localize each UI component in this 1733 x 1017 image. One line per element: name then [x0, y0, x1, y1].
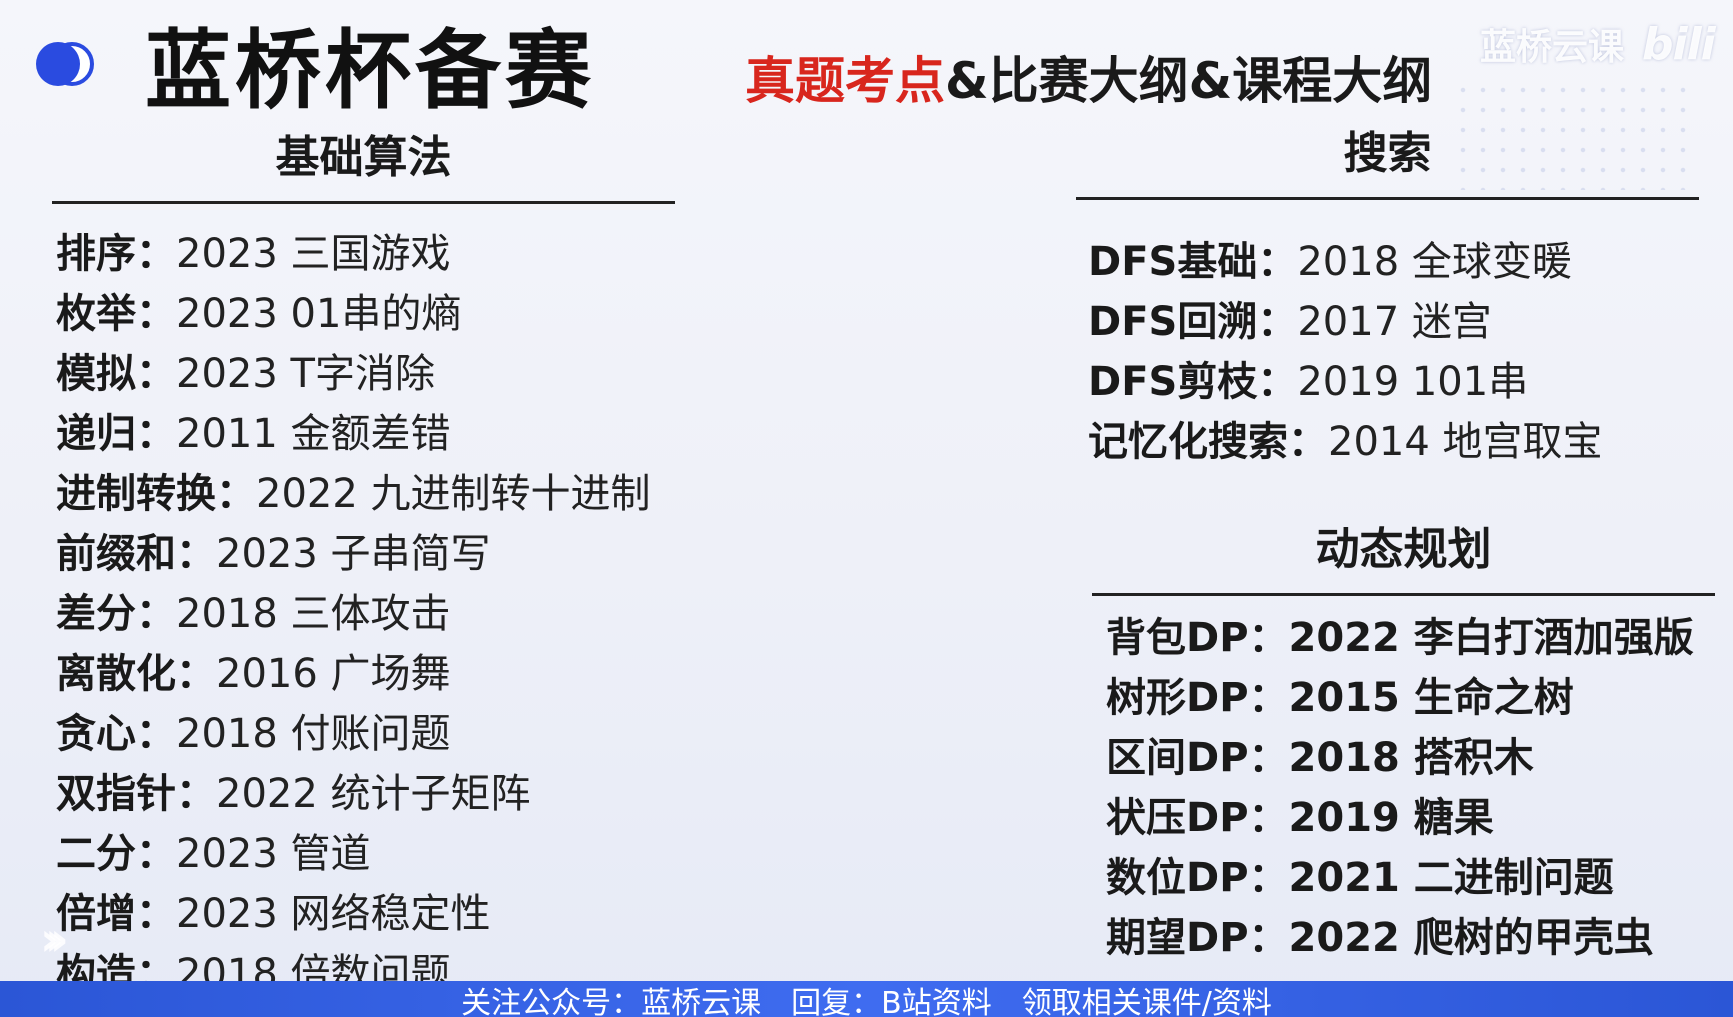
subtitle-rest: &比赛大纲&课程大纲 [945, 52, 1433, 110]
item-topic: 差分： [56, 591, 176, 637]
toggle-icon [36, 40, 106, 88]
list-item: 模拟：2023 T字消除 [56, 344, 651, 404]
list-item: 前缀和：2023 子串简写 [56, 524, 651, 584]
item-topic: 背包DP： [1106, 615, 1289, 661]
item-topic: 枚举： [56, 291, 176, 337]
item-topic: 双指针： [56, 771, 216, 817]
item-problem: 2011 金额差错 [176, 411, 451, 457]
list-item: 二分：2023 管道 [56, 824, 651, 884]
section-heading-dp: 动态规划 [1092, 524, 1715, 596]
list-item: 背包DP：2022 李白打酒加强版 [1106, 608, 1694, 668]
item-topic: 记忆化搜索： [1088, 419, 1328, 465]
item-problem: 2023 三国游戏 [176, 231, 451, 277]
dp-list: 背包DP：2022 李白打酒加强版 树形DP：2015 生命之树 区间DP：20… [1106, 608, 1694, 968]
item-topic: 递归： [56, 411, 176, 457]
item-topic: DFS剪枝： [1088, 359, 1298, 405]
item-problem: 2018 搭积木 [1288, 735, 1534, 781]
item-problem: 2023 T字消除 [176, 351, 435, 397]
item-topic: 排序： [56, 231, 176, 277]
item-problem: 2018 三体攻击 [176, 591, 451, 637]
list-item: DFS基础：2018 全球变暖 [1088, 232, 1603, 292]
item-topic: 贪心： [56, 711, 176, 757]
chevrons-icon: ››› [40, 912, 69, 966]
item-topic: 数位DP： [1106, 855, 1289, 901]
item-topic: 期望DP： [1106, 915, 1289, 961]
basic-algorithm-list: 排序：2023 三国游戏 枚举：2023 01串的熵 模拟：2023 T字消除 … [56, 224, 651, 1004]
list-item: DFS回溯：2017 迷宫 [1088, 292, 1603, 352]
item-topic: 树形DP： [1106, 675, 1289, 721]
item-problem: 2023 子串简写 [216, 531, 491, 577]
item-topic: 模拟： [56, 351, 176, 397]
item-topic: 倍增： [56, 891, 176, 937]
watermark-text: 蓝桥云课 [1480, 27, 1625, 68]
list-item: 贪心：2018 付账问题 [56, 704, 651, 764]
item-problem: 2017 迷宫 [1297, 299, 1492, 345]
item-topic: DFS回溯： [1088, 299, 1298, 345]
item-topic: 进制转换： [56, 471, 256, 517]
item-problem: 2022 爬树的甲壳虫 [1288, 915, 1654, 961]
item-problem: 2023 01串的熵 [176, 291, 462, 337]
item-topic: 离散化： [56, 651, 216, 697]
item-problem: 2018 付账问题 [176, 711, 451, 757]
list-item: 状压DP：2019 糖果 [1106, 788, 1694, 848]
list-item: 排序：2023 三国游戏 [56, 224, 651, 284]
page-subtitle: 真题考点&比赛大纲&课程大纲 [745, 54, 1432, 109]
item-problem: 2018 全球变暖 [1297, 239, 1572, 285]
item-topic: 状压DP： [1106, 795, 1289, 841]
watermark: 蓝桥云课 bili [1480, 18, 1716, 70]
list-item: 树形DP：2015 生命之树 [1106, 668, 1694, 728]
item-problem: 2023 网络稳定性 [176, 891, 491, 937]
item-problem: 2016 广场舞 [216, 651, 451, 697]
item-problem: 2022 九进制转十进制 [256, 471, 651, 517]
list-item: 进制转换：2022 九进制转十进制 [56, 464, 651, 524]
item-topic: 区间DP： [1106, 735, 1289, 781]
page-title: 蓝桥杯备赛 [145, 21, 595, 121]
item-topic: 前缀和： [56, 531, 216, 577]
item-problem: 2021 二进制问题 [1288, 855, 1614, 901]
section-heading-search: 搜索 [1076, 128, 1699, 200]
list-item: 数位DP：2021 二进制问题 [1106, 848, 1694, 908]
list-item: 记忆化搜索：2014 地宫取宝 [1088, 412, 1603, 472]
subtitle-highlight: 真题考点 [745, 52, 945, 110]
search-list: DFS基础：2018 全球变暖 DFS回溯：2017 迷宫 DFS剪枝：2019… [1088, 232, 1603, 472]
item-problem: 2022 统计子矩阵 [216, 771, 531, 817]
item-problem: 2014 地宫取宝 [1328, 419, 1603, 465]
list-item: 区间DP：2018 搭积木 [1106, 728, 1694, 788]
list-item: 递归：2011 金额差错 [56, 404, 651, 464]
list-item: 期望DP：2022 爬树的甲壳虫 [1106, 908, 1694, 968]
footer-banner: 关注公众号：蓝桥云课 回复：B站资料 领取相关课件/资料 [0, 981, 1733, 1017]
item-problem: 2015 生命之树 [1288, 675, 1574, 721]
list-item: 差分：2018 三体攻击 [56, 584, 651, 644]
item-problem: 2019 糖果 [1288, 795, 1494, 841]
item-topic: 二分： [56, 831, 176, 877]
item-problem: 2019 101串 [1297, 359, 1529, 405]
list-item: 离散化：2016 广场舞 [56, 644, 651, 704]
item-problem: 2023 管道 [176, 831, 371, 877]
list-item: 倍增：2023 网络稳定性 [56, 884, 651, 944]
list-item: DFS剪枝：2019 101串 [1088, 352, 1603, 412]
item-problem: 2022 李白打酒加强版 [1288, 615, 1694, 661]
item-topic: DFS基础： [1088, 239, 1298, 285]
list-item: 枚举：2023 01串的熵 [56, 284, 651, 344]
bilibili-logo: bili [1642, 19, 1716, 70]
list-item: 双指针：2022 统计子矩阵 [56, 764, 651, 824]
section-heading-basic: 基础算法 [52, 132, 675, 204]
